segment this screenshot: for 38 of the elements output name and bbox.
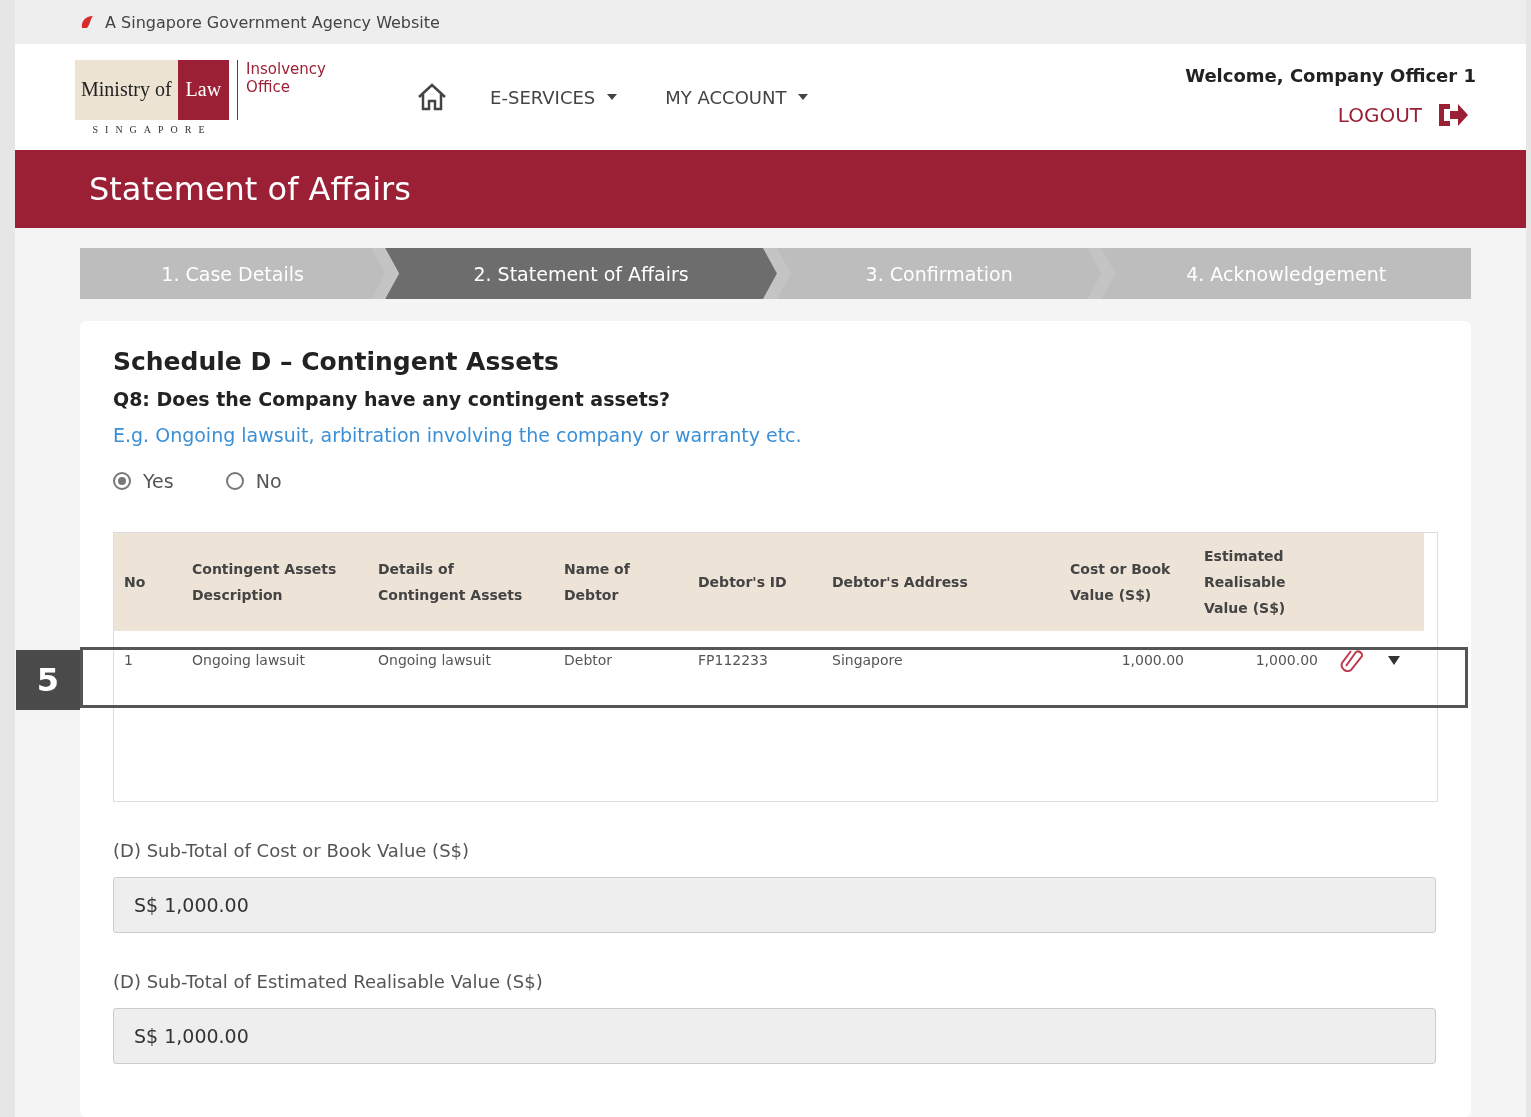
table-cell: 1,000.00: [1060, 631, 1194, 689]
step-number: 5: [16, 650, 80, 710]
nav-menu[interactable]: E-SERVICES: [484, 85, 624, 109]
radio-option[interactable]: Yes: [113, 470, 174, 492]
table-cell: Debtor: [554, 631, 688, 689]
wizard-step[interactable]: 2. Statement of Affairs: [385, 248, 777, 299]
hint-text: E.g. Ongoing lawsuit, arbitration involving the company or warranty etc.: [113, 424, 803, 446]
logout-button[interactable]: LOGOUT: [1331, 99, 1476, 130]
column-header: Contingent Assets Description: [182, 533, 368, 631]
section-title: Schedule D – Contingent Assets: [113, 347, 560, 376]
question-text: Q8: Does the Company have any contingent assets?: [113, 388, 672, 410]
ministry-logo[interactable]: Ministry of Law SINGAPORE Insolvency Office: [75, 59, 337, 135]
caret-icon: [798, 94, 809, 100]
table-cell: 1,000.00: [1194, 631, 1328, 689]
table-cell: 1: [114, 631, 182, 689]
masthead-text: A Singapore Government Agency Website: [105, 12, 440, 32]
column-header: Debtor's ID: [688, 533, 822, 631]
lion-icon: [79, 14, 95, 30]
page-title: Statement of Affairs: [89, 170, 411, 208]
input-field[interactable]: S$ 1,000.00: [113, 1008, 1436, 1064]
table-cell: Ongoing lawsuit: [182, 631, 368, 689]
column-header: Estimated Realisable Value (S$): [1194, 533, 1328, 631]
table-cell: Ongoing lawsuit: [368, 631, 554, 689]
field-label: (D) Sub-Total of Estimated Realisable Value (S$): [113, 971, 544, 992]
column-header: Cost or Book Value (S$): [1060, 533, 1194, 631]
table-cell: Singapore: [822, 631, 1060, 689]
column-header: Details of Contingent Assets: [368, 533, 554, 631]
radio-option[interactable]: No: [225, 470, 282, 492]
nav-menu[interactable]: MY ACCOUNT: [659, 85, 815, 109]
dropdown-icon[interactable]: [1388, 656, 1400, 665]
caret-icon: [607, 94, 618, 100]
column-header: No: [114, 533, 182, 631]
input-field[interactable]: S$ 1,000.00: [113, 877, 1436, 933]
table-cell: FP112233: [688, 631, 822, 689]
welcome-text: Welcome, Company Officer 1: [1185, 64, 1476, 86]
column-header: Debtor's Address: [822, 533, 1060, 631]
column-header: Name of Debtor: [554, 533, 688, 631]
field-label: (D) Sub-Total of Cost or Book Value (S$): [113, 840, 471, 861]
